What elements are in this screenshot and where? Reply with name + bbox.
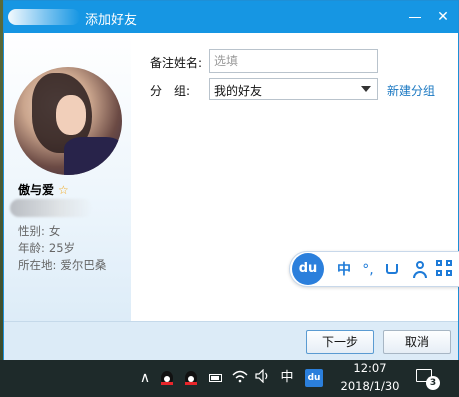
grid-menu-icon[interactable] bbox=[436, 260, 456, 280]
clock-time: 12:07 bbox=[353, 361, 387, 375]
volume-icon[interactable] bbox=[254, 368, 272, 387]
star-icon: ☆ bbox=[58, 182, 69, 197]
title-bar[interactable]: 添加好友 ✕ bbox=[4, 1, 458, 33]
close-icon: ✕ bbox=[437, 9, 449, 25]
cancel-button[interactable]: 取消 bbox=[383, 330, 451, 354]
blurred-account-number bbox=[10, 199, 92, 217]
profile-panel: 傲与爱 ☆ 性别: 女 年龄: 25岁 所在地: 爱尔巴桑 bbox=[4, 33, 131, 321]
user-icon[interactable] bbox=[410, 260, 430, 280]
gender-label: 性别: bbox=[18, 224, 45, 238]
skin-icon[interactable] bbox=[382, 260, 402, 280]
punctuation-toggle[interactable]: °, bbox=[358, 260, 378, 280]
next-step-button[interactable]: 下一步 bbox=[306, 330, 374, 354]
new-group-link[interactable]: 新建分组 bbox=[387, 82, 435, 99]
notification-count-badge: 3 bbox=[426, 376, 440, 390]
location-label: 所在地: bbox=[18, 258, 57, 272]
gender-value: 女 bbox=[48, 224, 61, 238]
system-clock[interactable]: 12:07 2018/1/30 bbox=[334, 360, 406, 397]
age-label: 年龄: bbox=[18, 241, 45, 255]
qq-penguin-icon[interactable] bbox=[158, 369, 176, 387]
age-info: 年龄: 25岁 bbox=[18, 240, 75, 256]
ime-language-indicator[interactable]: 中 bbox=[278, 369, 296, 387]
minimize-button[interactable] bbox=[402, 5, 428, 29]
dialog-footer: 下一步 取消 bbox=[4, 321, 458, 361]
battery-icon[interactable] bbox=[206, 369, 224, 387]
add-friend-dialog: 添加好友 ✕ 傲与爱 ☆ 性别: 女 年龄: 25岁 所在地: 爱尔巴桑 备注姓名: … bbox=[3, 0, 459, 361]
action-center-button[interactable]: 3 bbox=[414, 366, 440, 390]
nickname-row: 傲与爱 ☆ bbox=[18, 181, 69, 198]
nickname: 傲与爱 bbox=[18, 183, 55, 197]
age-value: 25岁 bbox=[48, 241, 76, 255]
group-label: 分 组: bbox=[150, 84, 191, 98]
dropdown-arrow-icon[interactable] bbox=[361, 86, 371, 92]
close-button[interactable]: ✕ bbox=[430, 5, 456, 29]
avatar-face bbox=[56, 95, 86, 135]
location-info: 所在地: 爱尔巴桑 bbox=[18, 257, 106, 273]
du-ime-tray-icon[interactable]: du bbox=[305, 369, 323, 387]
qq-penguin-icon[interactable] bbox=[182, 369, 200, 387]
du-ime-toolbar[interactable]: du 中 °, bbox=[289, 251, 459, 287]
avatar[interactable] bbox=[14, 67, 122, 175]
group-selected-value: 我的好友 bbox=[214, 84, 263, 98]
window-title: 添加好友 bbox=[85, 13, 138, 28]
minimize-icon bbox=[409, 17, 421, 18]
remark-input[interactable] bbox=[209, 49, 378, 73]
blurred-account-avatar bbox=[8, 9, 80, 25]
du-logo-icon[interactable]: du bbox=[292, 253, 324, 285]
ime-mode-toggle[interactable]: 中 bbox=[334, 260, 354, 280]
avatar-dress bbox=[64, 137, 122, 175]
wifi-icon[interactable] bbox=[231, 369, 249, 387]
group-select[interactable]: 我的好友 bbox=[209, 78, 378, 100]
gender-info: 性别: 女 bbox=[18, 223, 60, 239]
location-value: 爱尔巴桑 bbox=[60, 258, 107, 272]
taskbar: ∧ 中 du 12:07 2018/1/30 3 bbox=[0, 360, 459, 397]
show-hidden-icons-icon[interactable]: ∧ bbox=[136, 369, 154, 387]
remark-label: 备注姓名: bbox=[150, 56, 203, 70]
clock-date: 2018/1/30 bbox=[340, 379, 400, 393]
